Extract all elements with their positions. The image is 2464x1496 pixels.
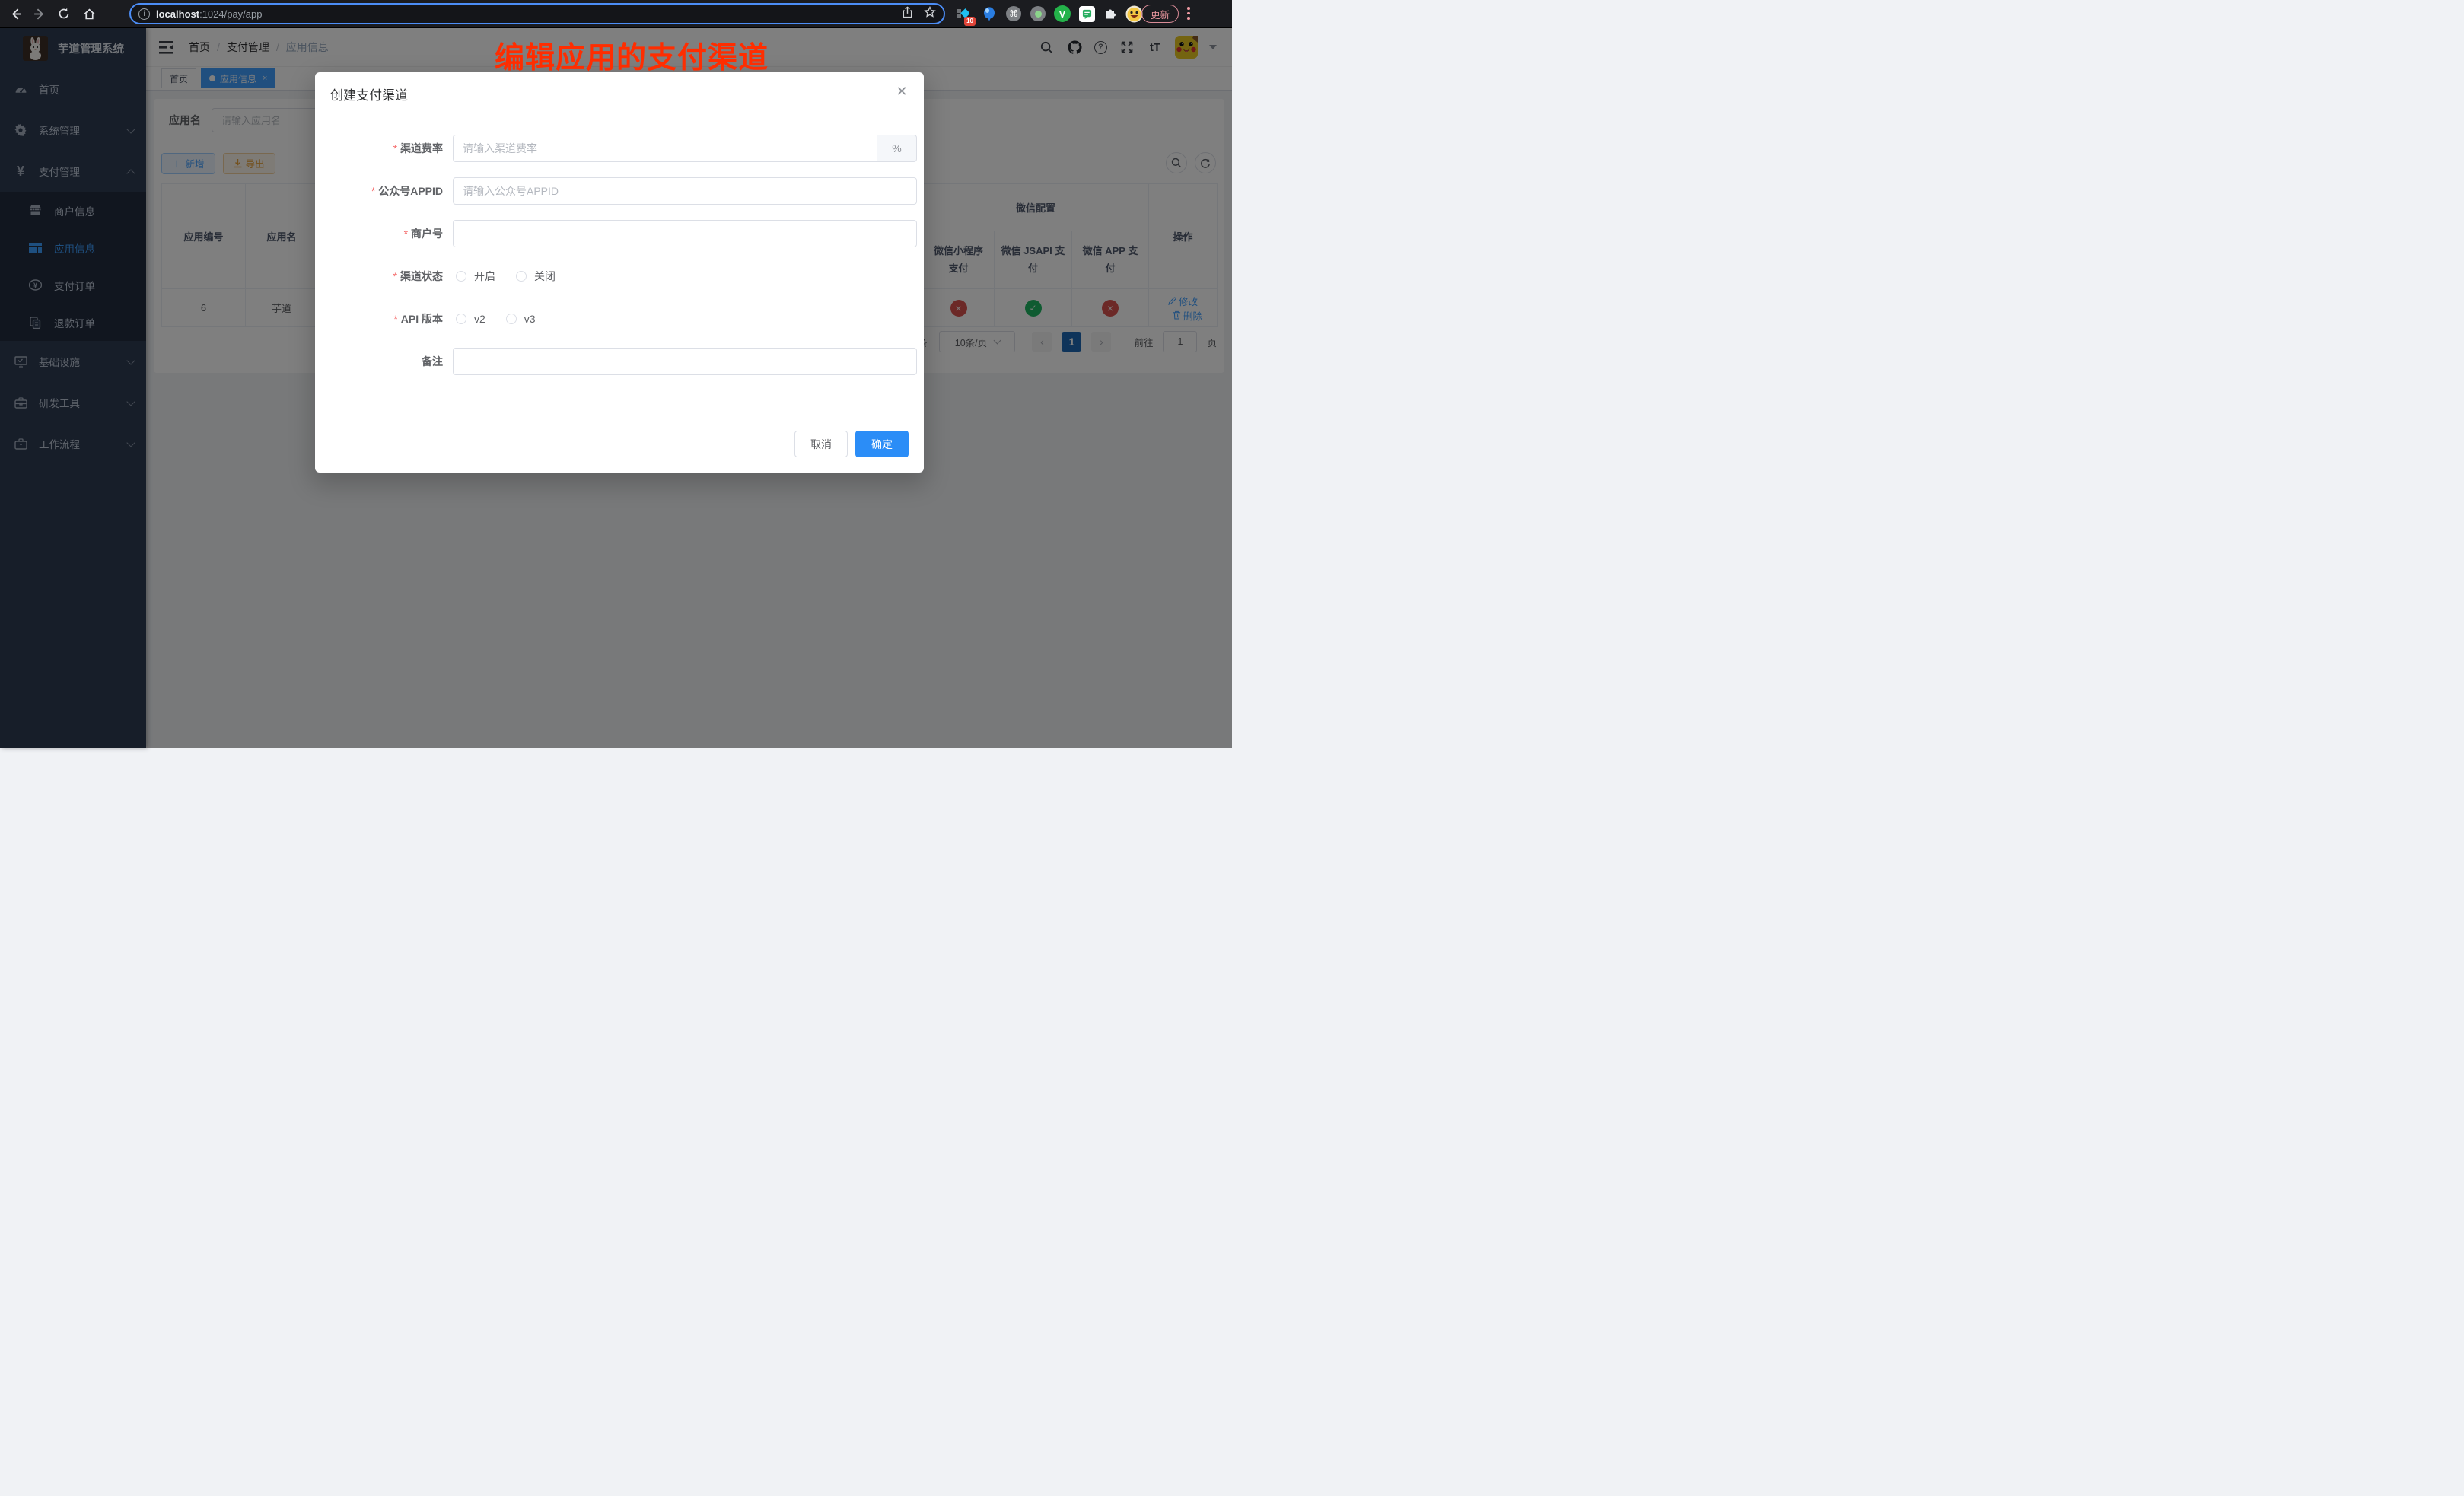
browser-menu-icon[interactable] — [1184, 4, 1193, 20]
dialog-title: 创建支付渠道 — [330, 84, 408, 103]
appid-input[interactable] — [453, 177, 917, 205]
browser-update-button[interactable]: 更新 — [1141, 5, 1179, 23]
address-bar[interactable]: i localhost:1024/pay/app — [129, 3, 945, 24]
extension-balloon-icon[interactable] — [980, 5, 998, 23]
extension-badge: 10 — [964, 17, 976, 26]
radio-circle-icon — [456, 271, 466, 282]
url-text: localhost:1024/pay/app — [156, 8, 262, 20]
radio-status-closed[interactable]: 关闭 — [516, 269, 556, 284]
browser-toolbar: i localhost:1024/pay/app 10 ⌘ V 更新 — [0, 0, 1232, 28]
rate-label: 渠道费率 — [315, 135, 443, 162]
extension-command-icon[interactable]: ⌘ — [1004, 5, 1023, 23]
annotation-text: 编辑应用的支付渠道 — [495, 34, 769, 77]
percent-suffix: % — [877, 135, 917, 162]
merchant-input[interactable] — [453, 220, 917, 247]
bookmark-star-icon[interactable] — [924, 6, 936, 22]
extension-diamond-icon[interactable]: 10 — [953, 5, 972, 23]
radio-api-v3[interactable]: v3 — [506, 313, 536, 325]
browser-reload-icon[interactable] — [55, 5, 73, 23]
rate-input[interactable] — [453, 135, 877, 162]
radio-api-v2[interactable]: v2 — [456, 313, 485, 325]
extension-dot-icon[interactable] — [1029, 5, 1047, 23]
radio-circle-icon — [456, 314, 466, 324]
cancel-button[interactable]: 取消 — [794, 431, 848, 457]
extensions-puzzle-icon[interactable] — [1101, 5, 1119, 23]
extension-v-icon[interactable]: V — [1053, 5, 1071, 23]
api-version-label: API 版本 — [315, 305, 443, 333]
browser-home-icon[interactable] — [80, 5, 98, 23]
extension-chat-icon[interactable] — [1078, 5, 1096, 23]
remark-input[interactable] — [453, 348, 917, 375]
browser-back-icon[interactable] — [7, 5, 25, 23]
confirm-button[interactable]: 确定 — [855, 431, 909, 457]
radio-status-open[interactable]: 开启 — [456, 269, 495, 284]
remark-label: 备注 — [315, 348, 443, 375]
profile-avatar-emoji[interactable] — [1125, 5, 1143, 23]
site-info-icon[interactable]: i — [138, 8, 150, 20]
channel-status-label: 渠道状态 — [315, 263, 443, 290]
radio-circle-icon — [506, 314, 517, 324]
appid-label: 公众号APPID — [315, 177, 443, 205]
browser-forward-icon[interactable] — [30, 5, 48, 23]
create-channel-dialog: 创建支付渠道 ✕ 渠道费率 % 公众号APPID 商户号 渠道状态 开启 关闭 … — [315, 72, 924, 473]
dialog-close-icon[interactable]: ✕ — [893, 83, 910, 100]
share-icon[interactable] — [902, 6, 913, 22]
radio-circle-icon — [516, 271, 527, 282]
merchant-label: 商户号 — [315, 220, 443, 247]
